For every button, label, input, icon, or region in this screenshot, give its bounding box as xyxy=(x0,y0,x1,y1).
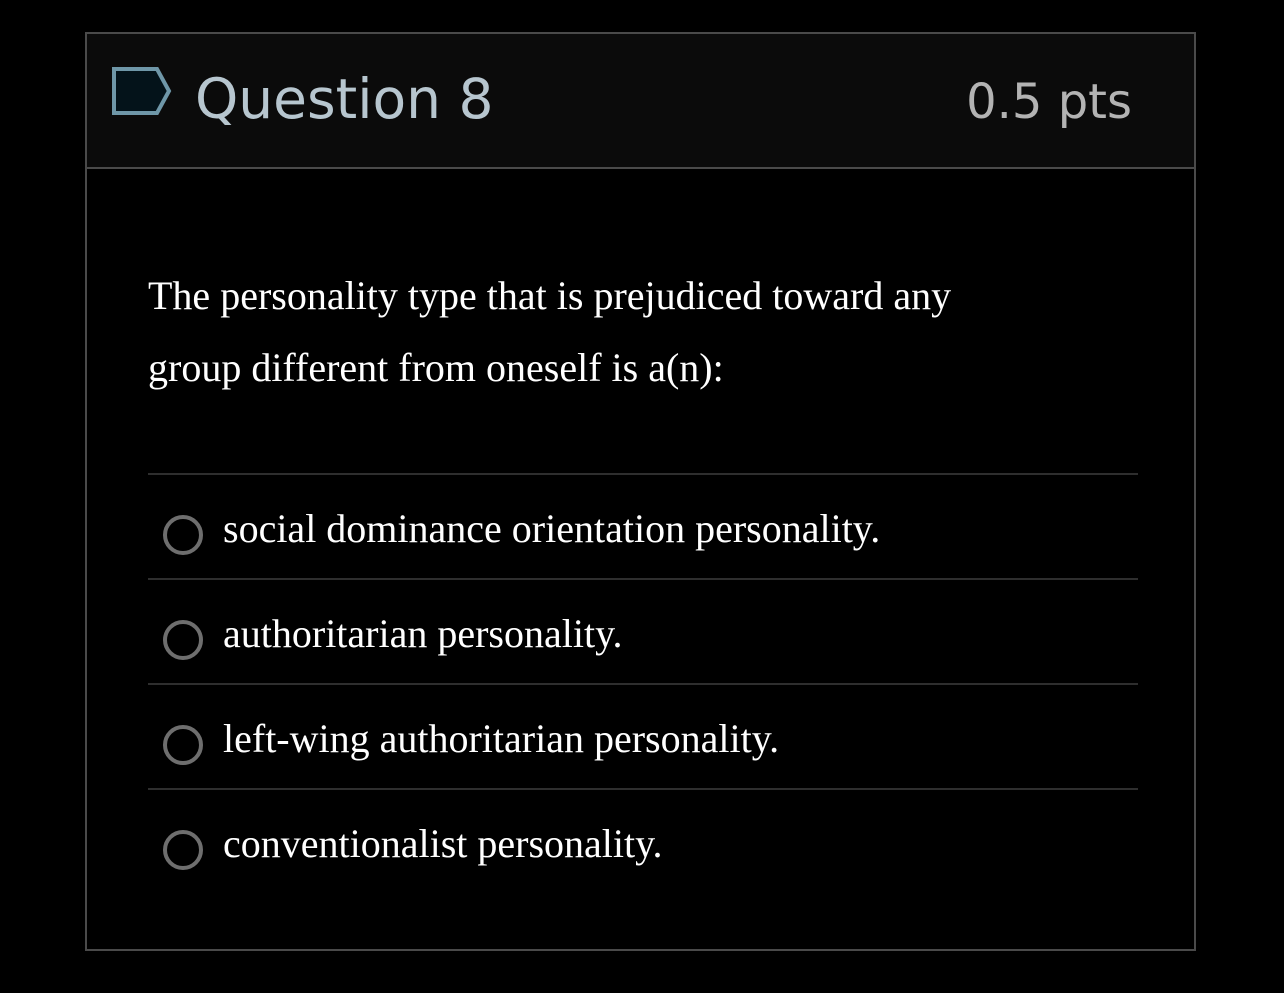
question-text-line-2: group different from oneself is a(n): xyxy=(148,345,724,390)
answer-option[interactable]: left-wing authoritarian personality. xyxy=(148,683,1138,788)
question-title: Question 8 xyxy=(195,67,494,131)
answer-list: social dominance orientation personality… xyxy=(148,473,1138,893)
flag-icon[interactable] xyxy=(111,66,173,116)
question-text: The personality type that is prejudiced … xyxy=(148,260,1068,404)
answer-label[interactable]: left-wing authoritarian personality. xyxy=(223,715,779,763)
question-card: Question 8 0.5 pts The personality type … xyxy=(85,32,1196,951)
answer-label[interactable]: conventionalist personality. xyxy=(223,820,663,868)
question-header: Question 8 0.5 pts xyxy=(87,34,1194,169)
question-text-line-1: The personality type that is prejudiced … xyxy=(148,273,952,318)
radio-button[interactable] xyxy=(163,515,203,555)
answer-label[interactable]: authoritarian personality. xyxy=(223,610,623,658)
question-points: 0.5 pts xyxy=(966,74,1132,130)
answer-label[interactable]: social dominance orientation personality… xyxy=(223,505,880,553)
answer-option[interactable]: conventionalist personality. xyxy=(148,788,1138,893)
radio-button[interactable] xyxy=(163,725,203,765)
radio-button[interactable] xyxy=(163,620,203,660)
answer-option[interactable]: social dominance orientation personality… xyxy=(148,473,1138,578)
radio-button[interactable] xyxy=(163,830,203,870)
answer-option[interactable]: authoritarian personality. xyxy=(148,578,1138,683)
